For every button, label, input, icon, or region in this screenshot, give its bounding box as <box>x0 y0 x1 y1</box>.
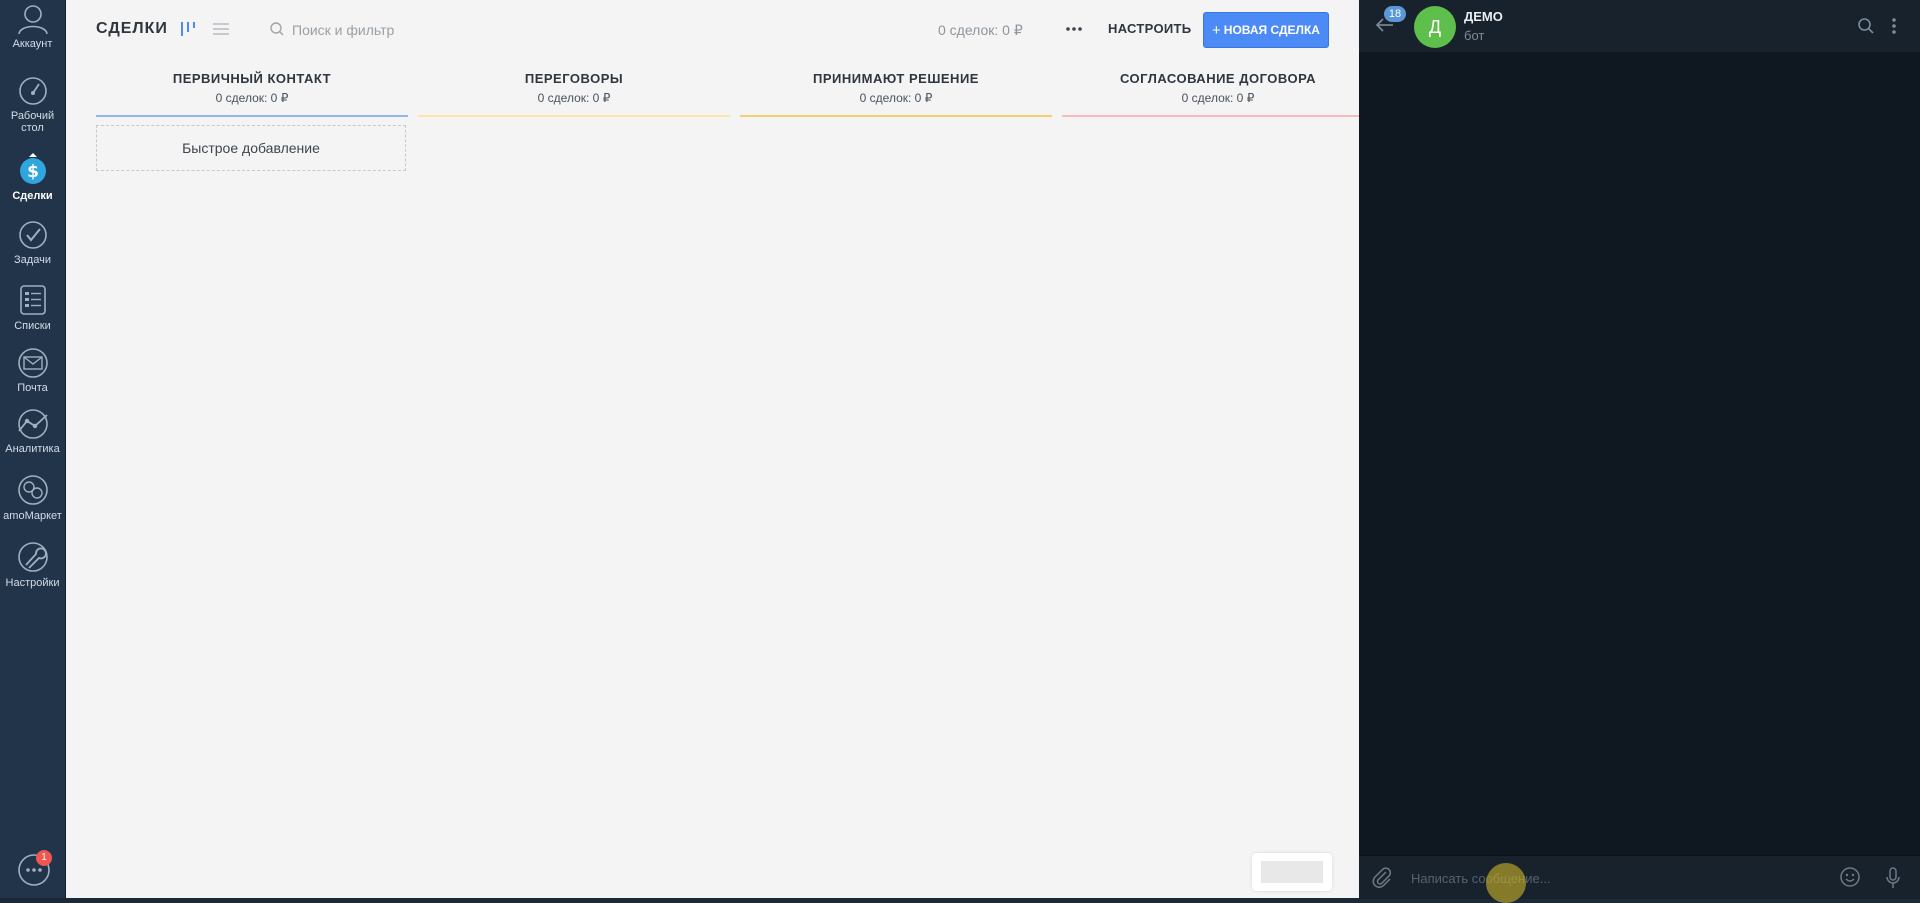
deals-summary: 0 сделок: 0 ₽ <box>938 22 1023 38</box>
column-color-bar <box>418 115 730 117</box>
sidebar-item-deals[interactable]: $ Сделки <box>0 152 65 202</box>
column-title: ПЕРЕГОВОРЫ <box>524 71 624 86</box>
page-title: СДЕЛКИ <box>96 20 168 37</box>
sidebar-item-mail[interactable]: Почта <box>0 348 65 394</box>
sidebar-item-label: Рабочий стол <box>10 110 55 134</box>
sidebar-item-label: Сделки <box>12 190 53 202</box>
column-color-bar <box>740 115 1052 117</box>
list-view-icon[interactable] <box>213 22 229 36</box>
new-deal-button[interactable]: + НОВАЯ СДЕЛКА <box>1203 12 1329 48</box>
plus-icon: + <box>1212 21 1221 39</box>
lists-icon <box>19 285 46 315</box>
sidebar-item-lists[interactable]: Списки <box>0 284 65 332</box>
microphone-icon[interactable] <box>1884 866 1902 890</box>
message-input[interactable] <box>1409 864 1793 892</box>
sidebar-item-label: Аналитика <box>5 443 60 455</box>
left-sidebar: Аккаунт Рабочий стол $ Сделки Задачи Спи… <box>0 0 66 898</box>
sidebar-item-label: amoМаркет <box>3 510 62 522</box>
sidebar-item-label: Списки <box>14 320 51 332</box>
sidebar-item-analytics[interactable]: Аналитика <box>0 409 65 455</box>
chat-contact-name[interactable]: ДЕМО <box>1464 9 1503 24</box>
pipeline-column[interactable]: ПРИНИМАЮТ РЕШЕНИЕ 0 сделок: 0 ₽ <box>740 71 1052 117</box>
pipeline-column[interactable]: ПЕРВИЧНЫЙ КОНТАКТ 0 сделок: 0 ₽ <box>96 71 408 117</box>
pipeline-column[interactable]: ПЕРЕГОВОРЫ 0 сделок: 0 ₽ <box>418 71 730 117</box>
search-icon <box>270 22 284 36</box>
deals-icon: $ <box>19 153 46 184</box>
corner-widget[interactable] <box>1252 853 1332 891</box>
column-title: СОГЛАСОВАНИЕ ДОГОВОРА <box>1119 71 1316 86</box>
mouse-cursor-highlight <box>1486 863 1526 903</box>
sidebar-item-label: Аккаунт <box>12 38 53 50</box>
column-summary: 0 сделок: 0 ₽ <box>537 91 611 105</box>
pipeline-view-icon[interactable] <box>179 20 197 38</box>
kebab-menu-icon[interactable] <box>1891 16 1897 36</box>
chat-header: 18 Д ДЕМО бот <box>1359 0 1920 52</box>
user-icon <box>17 5 48 34</box>
settings-icon <box>17 542 48 572</box>
paperclip-icon[interactable] <box>1371 866 1393 888</box>
column-summary: 0 сделок: 0 ₽ <box>215 91 289 105</box>
message-composer <box>1359 855 1920 899</box>
column-title: ПРИНИМАЮТ РЕШЕНИЕ <box>813 71 979 86</box>
sidebar-item-settings[interactable]: Настройки <box>0 541 65 589</box>
avatar[interactable]: Д <box>1414 6 1456 48</box>
configure-button[interactable]: НАСТРОИТЬ <box>1108 21 1191 36</box>
column-color-bar <box>96 115 408 117</box>
new-deal-label: НОВАЯ СДЕЛКА <box>1223 23 1320 37</box>
pipeline-area: СДЕЛКИ 0 сделок: 0 ₽ НАСТРОИТЬ + НОВАЯ С… <box>66 0 1374 898</box>
column-summary: 0 сделок: 0 ₽ <box>859 91 933 105</box>
quick-add-button[interactable]: Быстрое добавление <box>96 125 406 171</box>
sidebar-item-dashboard[interactable]: Рабочий стол <box>0 76 65 134</box>
mail-icon <box>17 348 48 378</box>
market-icon <box>17 475 48 505</box>
analytics-icon <box>17 409 48 439</box>
unread-count-badge: 18 <box>1384 6 1406 22</box>
sidebar-item-tasks[interactable]: Задачи <box>0 220 65 266</box>
sidebar-item-label: Настройки <box>5 577 60 589</box>
search-input[interactable] <box>290 18 594 42</box>
svg-text:$: $ <box>27 162 39 182</box>
tasks-icon <box>18 221 47 249</box>
search-icon[interactable] <box>1857 17 1875 35</box>
sidebar-item-label: Почта <box>17 382 48 394</box>
column-color-bar <box>1062 115 1374 117</box>
column-title: ПЕРВИЧНЫЙ КОНТАКТ <box>172 71 332 86</box>
chat-unread-badge: 1 <box>36 850 52 866</box>
emoji-icon[interactable] <box>1839 866 1861 888</box>
pipeline-column[interactable]: СОГЛАСОВАНИЕ ДОГОВОРА 0 сделок: 0 ₽ <box>1062 71 1374 117</box>
column-summary: 0 сделок: 0 ₽ <box>1181 91 1255 105</box>
sidebar-item-market[interactable]: amoМаркет <box>0 474 65 522</box>
sidebar-item-account[interactable]: Аккаунт <box>0 4 65 50</box>
more-options-icon[interactable] <box>1063 18 1085 40</box>
chat-panel: 18 Д ДЕМО бот <box>1359 0 1920 903</box>
chat-contact-status: бот <box>1464 28 1485 43</box>
sidebar-item-label: Задачи <box>14 254 51 266</box>
dashboard-icon <box>18 77 47 105</box>
